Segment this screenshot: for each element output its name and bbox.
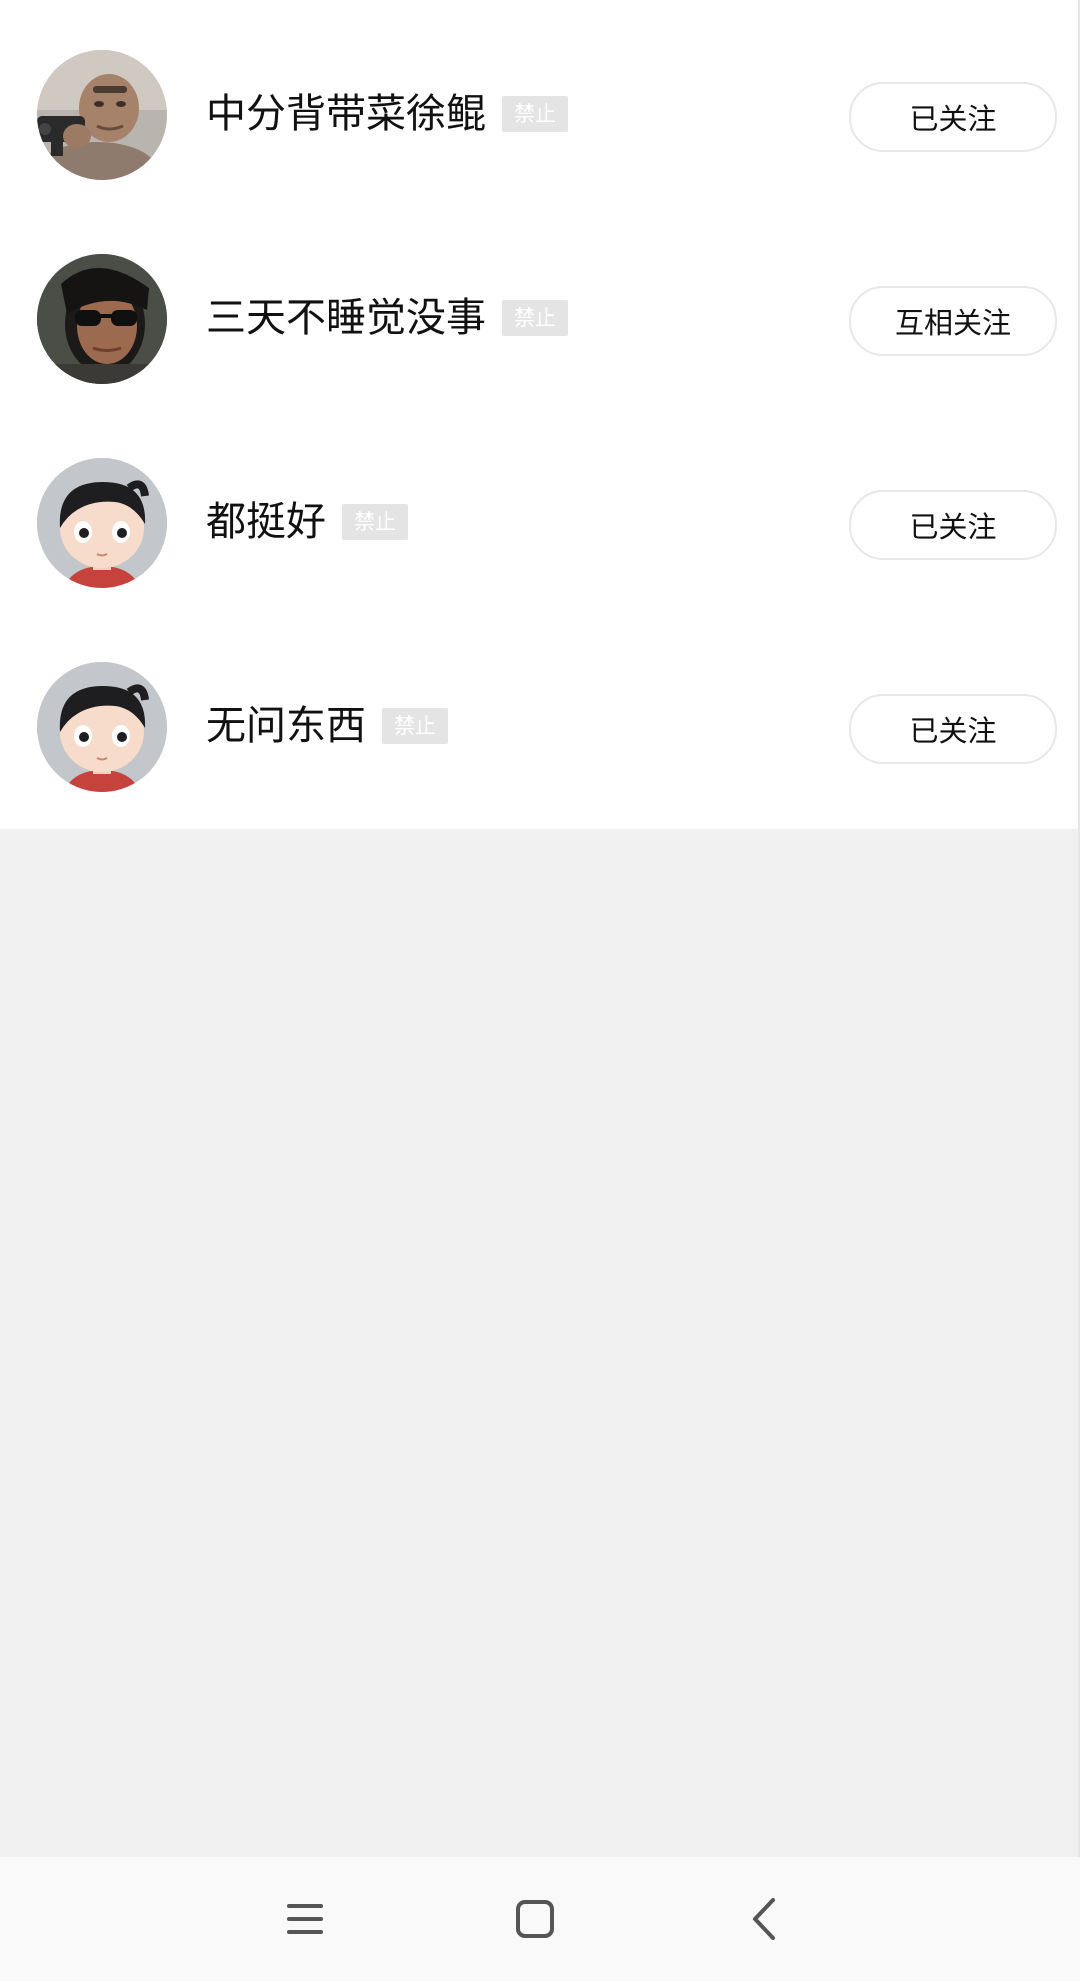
photo-avatar-man-with-gun <box>37 50 167 180</box>
user-name: 中分背带菜徐鲲 <box>206 91 486 137</box>
avatar[interactable] <box>37 254 167 384</box>
user-name-group: 三天不睡觉没事 禁止 <box>206 282 568 354</box>
list-item[interactable]: 中分背带菜徐鲲 禁止 已关注 <box>0 0 1080 204</box>
following-list: 中分背带菜徐鲲 禁止 已关注 三天不睡觉没事 禁止 互相关注 都挺好 禁止 已关… <box>0 0 1080 829</box>
list-item[interactable]: 三天不睡觉没事 禁止 互相关注 <box>0 204 1080 408</box>
list-item[interactable]: 无问东西 禁止 已关注 <box>0 612 1080 816</box>
avatar[interactable] <box>37 458 167 588</box>
photo-avatar-man-with-sunglasses <box>37 254 167 384</box>
follow-button[interactable]: 已关注 <box>849 694 1057 764</box>
status-badge: 禁止 <box>502 300 568 336</box>
status-badge: 禁止 <box>342 504 408 540</box>
list-item[interactable]: 都挺好 禁止 已关注 <box>0 408 1080 612</box>
default-cartoon-avatar <box>37 458 167 588</box>
user-name: 三天不睡觉没事 <box>206 295 486 341</box>
user-name: 都挺好 <box>206 499 326 545</box>
avatar[interactable] <box>37 50 167 180</box>
user-name-group: 无问东西 禁止 <box>206 690 448 762</box>
menu-icon[interactable] <box>265 1879 345 1959</box>
back-chevron-icon[interactable] <box>725 1879 805 1959</box>
home-square-icon[interactable] <box>495 1879 575 1959</box>
avatar[interactable] <box>37 662 167 792</box>
status-badge: 禁止 <box>502 96 568 132</box>
follow-button[interactable]: 已关注 <box>849 490 1057 560</box>
system-navigation-bar <box>0 1857 1080 1981</box>
user-name-group: 都挺好 禁止 <box>206 486 408 558</box>
screen: 中分背带菜徐鲲 禁止 已关注 三天不睡觉没事 禁止 互相关注 都挺好 禁止 已关… <box>0 0 1080 1981</box>
default-cartoon-avatar <box>37 662 167 792</box>
user-name: 无问东西 <box>206 703 366 749</box>
user-name-group: 中分背带菜徐鲲 禁止 <box>206 78 568 150</box>
mutual-follow-button[interactable]: 互相关注 <box>849 286 1057 356</box>
follow-button[interactable]: 已关注 <box>849 82 1057 152</box>
status-badge: 禁止 <box>382 708 448 744</box>
